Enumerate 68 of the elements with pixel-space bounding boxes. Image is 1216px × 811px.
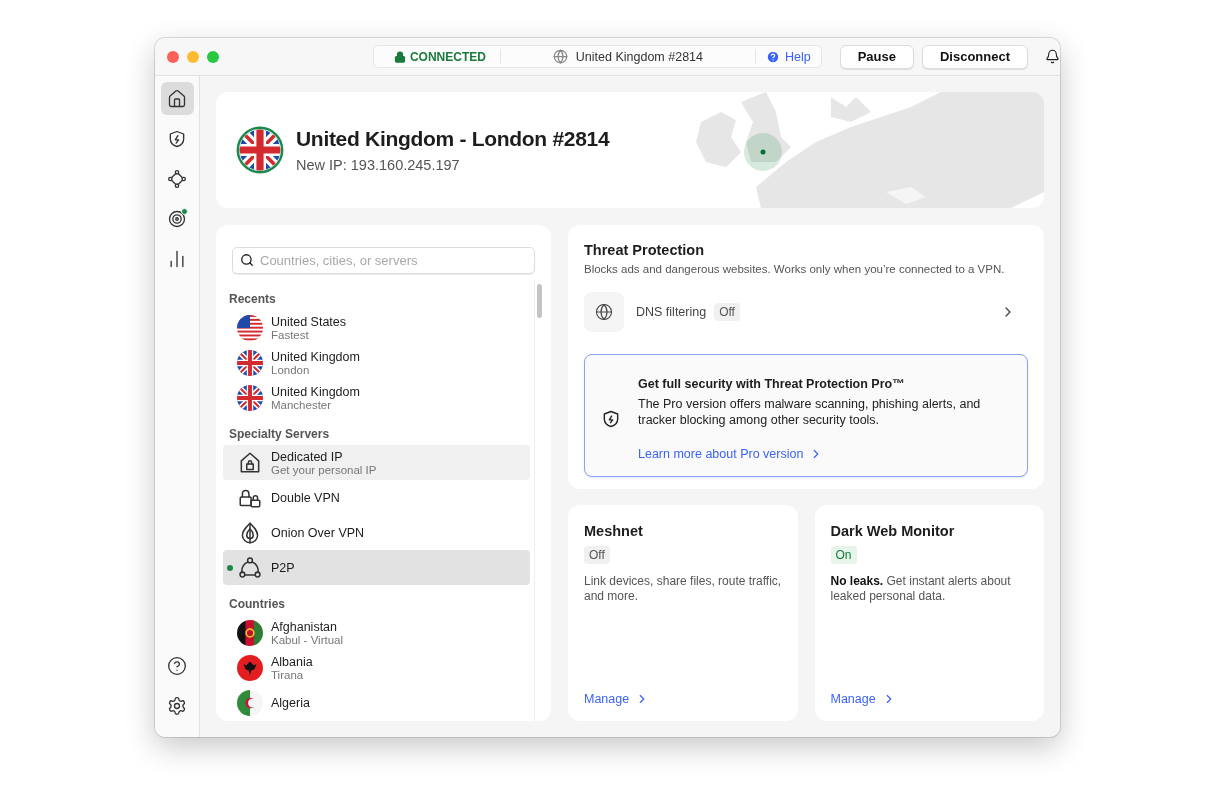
promo-text: The Pro version offers malware scanning, phishing alerts, and tracker blocking among other security tools. xyxy=(638,396,982,429)
server-name: Onion Over VPN xyxy=(271,525,365,540)
notification-dot xyxy=(180,208,188,215)
server-name: Albania xyxy=(271,654,313,669)
server-detail: Kabul - Virtual xyxy=(271,633,344,646)
server-detail: London xyxy=(271,363,311,376)
server-name: United Kingdom xyxy=(271,384,360,399)
promo-title: Get full security with Threat Protection Pro™ xyxy=(638,377,906,391)
flag-icon xyxy=(237,314,263,341)
close-button[interactable] xyxy=(167,50,179,63)
status-badge: Off xyxy=(714,303,740,321)
flag-icon xyxy=(237,384,263,411)
flag-icon xyxy=(237,619,263,646)
manage-link[interactable]: Manage xyxy=(584,692,650,706)
help-icon xyxy=(765,49,780,64)
server-name: Dedicated IP xyxy=(271,449,344,464)
help-link[interactable]: Help xyxy=(754,49,821,64)
search-icon xyxy=(240,253,254,267)
card-description: Blocks ads and dangerous websites. Works only when you’re connected to a VPN. xyxy=(584,263,1006,275)
server-name: United States xyxy=(271,314,347,329)
server-title: United Kingdom - London #2814 xyxy=(296,127,610,151)
flag-icon xyxy=(237,654,263,681)
sidebar-item[interactable] xyxy=(160,82,194,115)
card-description: No leaks. Get instant alerts about leaked personal data. xyxy=(830,573,1012,605)
learn-more-link[interactable]: Learn more about Pro version xyxy=(638,446,824,461)
section-title: Specialty Servers xyxy=(228,426,331,443)
shield-bolt-icon xyxy=(167,128,187,149)
manage-link[interactable]: Manage xyxy=(830,692,896,706)
server-detail: Fastest xyxy=(271,328,310,341)
flag-icon xyxy=(236,126,284,174)
globe-icon xyxy=(552,49,568,64)
server-row[interactable]: Dedicated IP Get your personal IP xyxy=(223,445,530,480)
toolbar-button[interactable]: Disconnect xyxy=(921,44,1028,69)
card-description: Link devices, share files, route traffic, and more. xyxy=(584,573,782,605)
shield-bolt-icon xyxy=(601,409,621,430)
mesh-network-icon xyxy=(167,168,187,189)
server-detail: Tirana xyxy=(271,668,305,681)
lock-icon xyxy=(393,50,406,63)
search-field[interactable]: Countries, cities, or servers xyxy=(232,247,535,274)
ip-address: New IP: 193.160.245.197 xyxy=(296,157,461,173)
home-icon xyxy=(167,88,187,109)
bell-icon[interactable] xyxy=(1045,49,1060,64)
server-name: Double VPN xyxy=(271,490,340,505)
server-detail: Get your personal IP xyxy=(271,463,377,476)
dns-filtering-row[interactable]: DNS filtering Off xyxy=(584,292,1028,332)
settings-icon xyxy=(167,695,187,716)
server-name: P2P xyxy=(271,560,295,575)
server-row[interactable]: P2P xyxy=(223,550,530,585)
section-title: Recents xyxy=(228,291,277,308)
card-title: Dark Web Monitor xyxy=(830,522,956,539)
help-icon xyxy=(167,655,187,676)
server-name: United Kingdom xyxy=(271,349,360,364)
connection-status: CONNECTED xyxy=(373,49,501,64)
scroll-thumb[interactable] xyxy=(536,284,542,318)
flag-icon xyxy=(237,689,263,716)
card-title: Threat Protection xyxy=(584,242,706,258)
toolbar-button[interactable]: Pause xyxy=(839,44,914,69)
section-title: Countries xyxy=(228,596,286,613)
target-icon xyxy=(167,208,187,229)
p2p-network-icon xyxy=(237,554,263,581)
status-badge: Off xyxy=(584,545,610,564)
server-name: Afghanistan xyxy=(271,619,339,634)
server-detail: Manchester xyxy=(271,398,332,411)
flag-icon xyxy=(237,349,263,376)
server-name: Algeria xyxy=(271,695,310,710)
card-title: Meshnet xyxy=(584,522,644,539)
status-badge: On xyxy=(830,545,857,564)
server-name: United Kingdom #2814 xyxy=(500,49,755,64)
